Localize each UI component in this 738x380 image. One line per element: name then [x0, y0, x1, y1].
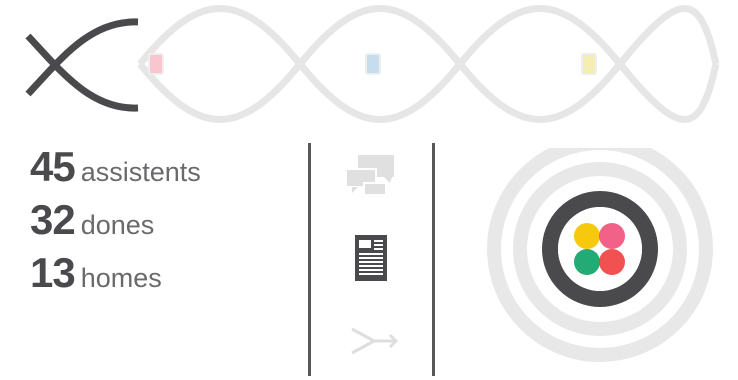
chain-active-segment: [25, 18, 139, 112]
stat-homes: 13 homes: [30, 246, 201, 299]
chain-inactive-path-a: [137, 5, 720, 123]
stat-label: dones: [80, 210, 155, 240]
stats-panel: 45 assistents 32 dones 13 homes: [30, 140, 201, 299]
stat-dones: 32 dones: [30, 193, 201, 246]
progress-chain: [25, 5, 720, 123]
target-dot-red: [599, 249, 625, 275]
divider-left: [308, 143, 311, 376]
document-icon[interactable]: [355, 235, 387, 281]
icon-column: [312, 143, 434, 376]
stat-number: 45: [30, 143, 76, 190]
target-badge: [487, 148, 713, 362]
merge-arrows-icon[interactable]: [348, 325, 402, 355]
step-marker-2: [365, 53, 381, 75]
chain-inactive-path-b: [137, 5, 720, 123]
target-dot-yellow: [574, 223, 600, 249]
chat-bubbles-icon[interactable]: [344, 153, 398, 199]
target-dot-green: [574, 249, 600, 275]
step-marker-1: [148, 53, 164, 75]
stat-assistents: 45 assistents: [30, 140, 201, 193]
step-marker-3: [581, 53, 597, 75]
stat-label: homes: [80, 263, 162, 293]
target-dot-pink: [599, 223, 625, 249]
stat-number: 32: [30, 196, 76, 243]
stat-label: assistents: [80, 157, 201, 187]
stat-number: 13: [30, 249, 76, 296]
